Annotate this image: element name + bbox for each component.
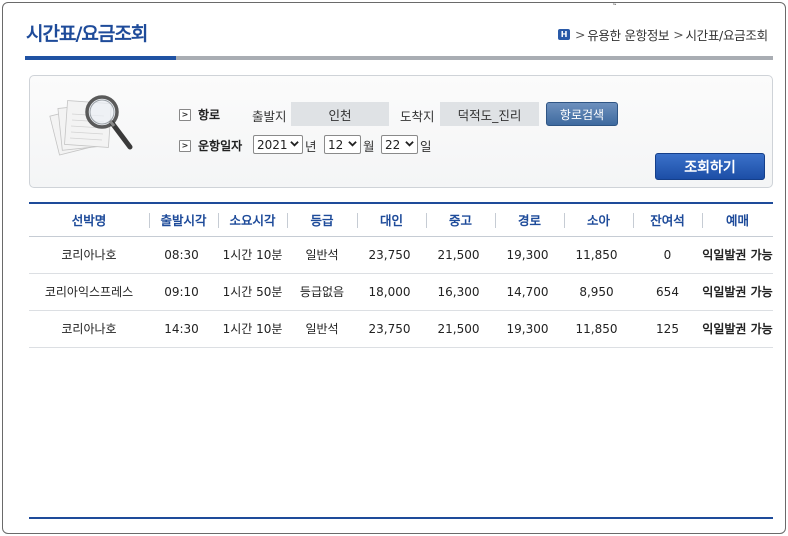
chevron-down-icon xyxy=(405,141,414,147)
fare-child: 11,850 xyxy=(564,236,633,274)
col-header-grade: 등급 xyxy=(287,203,357,237)
month-unit: 월 xyxy=(363,139,375,154)
year-value: 2021 xyxy=(257,137,288,152)
route-row-label: > 항로 xyxy=(179,106,220,123)
route-search-button[interactable]: 항로검색 xyxy=(546,102,618,126)
query-button[interactable]: 조회하기 xyxy=(655,153,765,180)
date-label: 운항일자 xyxy=(198,139,243,153)
breadcrumb-item-timetable: 시간표/요금조회 xyxy=(685,28,768,43)
departure-label: 출발지 xyxy=(252,109,287,124)
ship-name: 코리아나호 xyxy=(29,310,149,348)
fare-student: 21,500 xyxy=(426,236,495,274)
ship-name: 코리아나호 xyxy=(29,236,149,274)
page-title: 시간표/요금조회 xyxy=(26,23,148,45)
depart-time: 08:30 xyxy=(149,236,218,274)
arrival-field[interactable] xyxy=(440,102,539,126)
table-row[interactable]: 코리아나호 14:30 1시간 10분 일반석 23,750 21,500 19… xyxy=(29,310,773,348)
bottom-divider xyxy=(29,517,773,519)
ship-name: 코리아익스프레스 xyxy=(29,273,149,311)
day-unit: 일 xyxy=(420,139,432,154)
col-header-child: 소아 xyxy=(564,203,633,237)
fare-student: 21,500 xyxy=(426,310,495,348)
breadcrumb-separator: > xyxy=(575,27,586,42)
col-header-adult: 대인 xyxy=(357,203,426,237)
fare-senior: 19,300 xyxy=(495,236,564,274)
booking-status[interactable]: 익일발권 가능 xyxy=(702,236,773,274)
booking-status[interactable]: 익일발권 가능 xyxy=(702,310,773,348)
duration: 1시간 10분 xyxy=(218,310,287,348)
col-header-senior: 경로 xyxy=(495,203,564,237)
grade: 일반석 xyxy=(287,310,357,348)
depart-time: 09:10 xyxy=(149,273,218,311)
col-header-depart: 출발시각 xyxy=(149,203,218,237)
month-value: 12 xyxy=(328,137,344,152)
fare-senior: 14,700 xyxy=(495,273,564,311)
remaining-seats: 0 xyxy=(633,236,702,274)
title-underline xyxy=(176,56,773,60)
departure-field[interactable] xyxy=(291,102,389,126)
grade: 일반석 xyxy=(287,236,357,274)
duration: 1시간 10분 xyxy=(218,236,287,274)
chevron-down-icon xyxy=(348,141,357,147)
arrival-label: 도착지 xyxy=(400,109,435,124)
breadcrumb-item-useful-info[interactable]: 유용한 운항정보 xyxy=(587,25,669,44)
duration: 1시간 50분 xyxy=(218,273,287,311)
fare-child: 8,950 xyxy=(564,273,633,311)
title-underline-accent xyxy=(25,56,176,60)
chevron-right-icon: > xyxy=(179,108,191,121)
schedule-table: 선박명 출발시각 소요시각 등급 대인 중고 경로 소아 잔여석 예매 코리아나… xyxy=(29,202,773,348)
magnifier-documents-icon xyxy=(49,95,133,156)
month-select[interactable]: 12 xyxy=(324,135,361,154)
fare-senior: 19,300 xyxy=(495,310,564,348)
grade: 등급없음 xyxy=(287,273,357,311)
home-icon[interactable]: H xyxy=(558,29,570,40)
table-row[interactable]: 코리아나호 08:30 1시간 10분 일반석 23,750 21,500 19… xyxy=(29,236,773,274)
table-row[interactable]: 코리아익스프레스 09:10 1시간 50분 등급없음 18,000 16,30… xyxy=(29,273,773,311)
year-select[interactable]: 2021 xyxy=(253,135,303,154)
breadcrumb: H > 유용한 운항정보 > 시간표/요금조회 xyxy=(558,25,768,44)
day-value: 22 xyxy=(385,137,401,152)
fare-adult: 18,000 xyxy=(357,273,426,311)
col-header-seats: 잔여석 xyxy=(633,203,702,237)
cursor-mark: ˵ xyxy=(613,0,616,9)
depart-time: 14:30 xyxy=(149,310,218,348)
fare-adult: 23,750 xyxy=(357,236,426,274)
date-row-label: > 운항일자 xyxy=(179,137,242,154)
chevron-right-icon: > xyxy=(179,139,191,152)
booking-status[interactable]: 익일발권 가능 xyxy=(702,273,773,311)
year-unit: 년 xyxy=(305,139,317,154)
fare-adult: 23,750 xyxy=(357,310,426,348)
breadcrumb-separator: > xyxy=(673,27,684,42)
col-header-ship: 선박명 xyxy=(29,203,149,237)
table-header-row: 선박명 출발시각 소요시각 등급 대인 중고 경로 소아 잔여석 예매 xyxy=(29,203,773,237)
fare-student: 16,300 xyxy=(426,273,495,311)
day-select[interactable]: 22 xyxy=(381,135,418,154)
col-header-booking: 예매 xyxy=(702,203,773,237)
col-header-student: 중고 xyxy=(426,203,495,237)
route-label: 항로 xyxy=(198,108,221,122)
remaining-seats: 125 xyxy=(633,310,702,348)
col-header-duration: 소요시각 xyxy=(218,203,287,237)
remaining-seats: 654 xyxy=(633,273,702,311)
chevron-down-icon xyxy=(290,141,299,147)
fare-child: 11,850 xyxy=(564,310,633,348)
